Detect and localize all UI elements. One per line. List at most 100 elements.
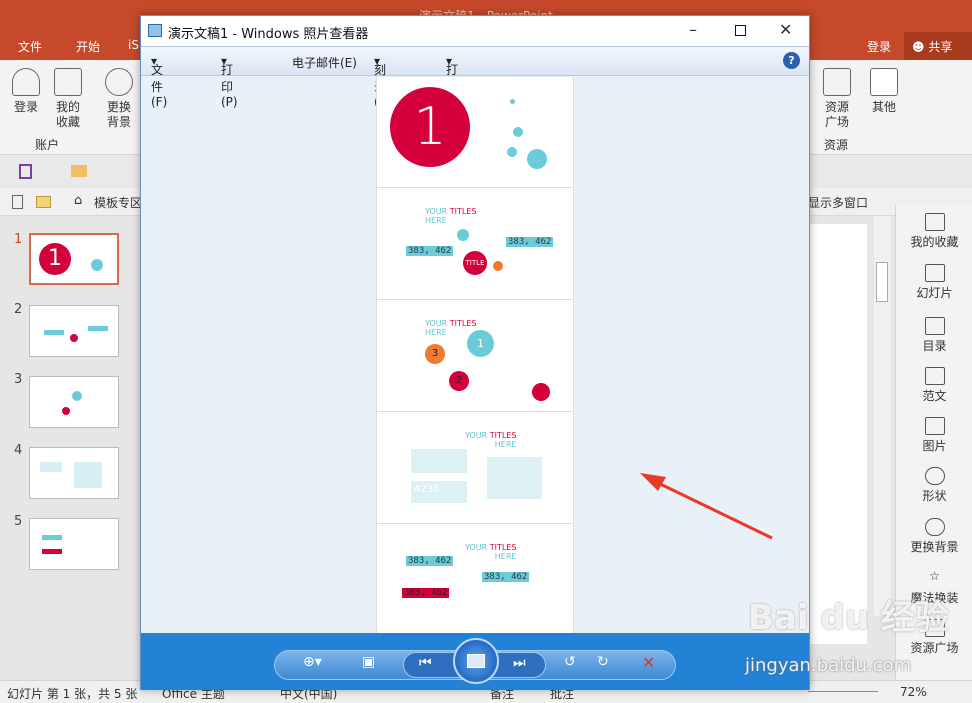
pane-item-favorites[interactable]: 我的收藏: [896, 213, 972, 250]
pane-item-slides[interactable]: 幻灯片: [896, 264, 972, 301]
user-icon: [12, 68, 40, 96]
resource-square-label: 资源 广场: [824, 100, 849, 129]
previous-button[interactable]: ⏮: [419, 655, 432, 671]
grid-icon: [823, 68, 851, 96]
pane-label: 幻灯片: [916, 286, 953, 300]
slide-image-2: YOUR TITLES HERE 383, 462 383, 462 TITLE: [377, 189, 573, 300]
value-label: 383, 462: [406, 246, 454, 256]
home-icon[interactable]: ⌂: [74, 193, 82, 208]
menu-email[interactable]: 电子邮件(E): [292, 54, 357, 71]
viewer-control-bar: ⊕▾ ▣ ⏮ ⏭ ↺ ↻ ✕: [141, 633, 809, 690]
resource-square-button[interactable]: 资源 广场: [819, 68, 855, 130]
image-icon: [924, 417, 945, 435]
scrollbar-thumb[interactable]: [876, 262, 888, 302]
login-button[interactable]: 登录: [8, 68, 44, 115]
save-icon[interactable]: [19, 164, 32, 179]
menu-label: 打印(P): [221, 63, 238, 109]
tab-file[interactable]: 文件: [18, 38, 42, 55]
pane-item-toc[interactable]: 目录: [896, 317, 972, 354]
rotate-right-icon[interactable]: ↻: [597, 654, 609, 670]
tab-home[interactable]: 开始: [76, 38, 100, 55]
title-circle: TITLE: [463, 251, 487, 275]
favorites-button[interactable]: 我的 收藏: [50, 68, 86, 130]
pane-label: 资源广场: [910, 641, 959, 655]
pane-label: 形状: [922, 489, 947, 503]
slide-image-3: YOUR TITLES HERE 1 3 2: [377, 301, 573, 412]
big-number: 1: [390, 87, 470, 167]
close-button[interactable]: ✕: [779, 20, 792, 39]
maximize-button[interactable]: [735, 25, 746, 36]
value-label: 383, 462: [402, 588, 450, 598]
value-label: 383, 462: [482, 572, 530, 582]
slide-thumbnail-1[interactable]: 1: [29, 233, 119, 285]
slideshow-icon: [467, 654, 485, 668]
pane-item-images[interactable]: 图片: [896, 417, 972, 454]
next-button[interactable]: ⏭: [513, 655, 526, 671]
zoom-slider[interactable]: [808, 691, 878, 692]
menu-print[interactable]: 打印(P) ▾: [221, 54, 238, 109]
rotate-left-icon[interactable]: ↺: [564, 654, 576, 670]
help-icon[interactable]: ?: [783, 52, 800, 69]
minimize-button[interactable]: –: [689, 20, 697, 39]
slide-image-5: YOUR TITLES HERE 383, 462 383, 462 383, 4…: [377, 525, 573, 633]
magic-wand-icon: ☆: [929, 569, 940, 583]
pane-item-change-bg[interactable]: 更换背景: [896, 518, 972, 555]
node-1: 1: [467, 330, 494, 357]
slide-thumbnail-2[interactable]: [29, 305, 119, 357]
menu-open[interactable]: 打开(O) ▾: [446, 54, 465, 109]
watermark-url: jingyan.baidu.com: [745, 655, 912, 676]
pane-label: 目录: [922, 339, 947, 353]
refresh-icon: [105, 68, 133, 96]
login-link[interactable]: 登录: [867, 38, 891, 55]
slide-image-1: 1: [377, 77, 573, 188]
folder-icon[interactable]: [71, 165, 87, 177]
template-zone-tab[interactable]: 模板专区: [94, 194, 142, 211]
slide-thumbnail-5[interactable]: [29, 518, 119, 570]
node-3: 3: [425, 344, 445, 364]
folder-icon[interactable]: [36, 196, 51, 208]
viewer-menu-bar: 文件(F) ▾ 打印(P) ▾ 电子邮件(E) 刻录(U) ▾ 打开(O) ▾ …: [141, 46, 809, 109]
other-button[interactable]: 其他: [866, 68, 902, 115]
value-label: 4235: [411, 481, 467, 503]
zoom-level[interactable]: 72%: [900, 685, 927, 699]
circle-icon: [870, 68, 898, 96]
multi-window-button[interactable]: 显示多窗口: [808, 194, 868, 211]
photo-viewer-window: 演示文稿1 - Windows 照片查看器 – ✕ 文件(F) ▾ 打印(P) …: [140, 15, 810, 690]
document-icon: [924, 367, 945, 385]
tab-is[interactable]: iS: [128, 38, 139, 52]
slide-number: 4: [14, 443, 23, 458]
vertical-scrollbar[interactable]: [874, 216, 891, 616]
slide-number: 3: [14, 372, 23, 387]
fit-window-icon[interactable]: ▣: [362, 654, 375, 670]
new-file-icon[interactable]: [12, 195, 23, 209]
slide-thumbnail-4[interactable]: [29, 447, 119, 499]
change-bg-label: 更换 背景: [106, 100, 131, 129]
slide-heading: YOUR TITLES HERE: [465, 431, 517, 449]
heart-folder-icon: [924, 213, 945, 231]
node-2: 2: [449, 371, 469, 391]
pane-label: 更换背景: [910, 540, 959, 554]
group-resource-label: 资源: [824, 138, 849, 152]
share-label: 共享: [928, 40, 953, 54]
zoom-icon[interactable]: ⊕▾: [303, 654, 322, 670]
other-label: 其他: [871, 100, 896, 114]
pane-item-shapes[interactable]: 形状: [896, 467, 972, 504]
viewer-title-bar: 演示文稿1 - Windows 照片查看器 – ✕: [141, 16, 809, 46]
pane-label: 图片: [922, 439, 947, 453]
slide-image-4: YOUR TITLES HERE 4235: [377, 413, 573, 524]
delete-icon[interactable]: ✕: [642, 653, 655, 672]
value-label: 383, 462: [406, 556, 454, 566]
slide-heading: YOUR TITLES HERE: [465, 543, 517, 561]
slide-thumbnail-3[interactable]: [29, 376, 119, 428]
change-bg-button[interactable]: 更换 背景: [101, 68, 137, 130]
image-display: 1 YOUR TITLES HERE 383, 462 383, 462 TITL…: [376, 77, 574, 633]
menu-file[interactable]: 文件(F) ▾: [151, 54, 167, 109]
photo-viewer-icon: [148, 24, 162, 37]
share-button[interactable]: ☻ 共享: [904, 32, 972, 60]
slide-number: 2: [14, 302, 23, 317]
slide-icon: [924, 264, 945, 282]
slideshow-button[interactable]: [453, 638, 499, 684]
slide-thumbnail-panel: 1 1 2 3 4 5: [0, 216, 140, 680]
pane-item-samples[interactable]: 范文: [896, 367, 972, 404]
menu-burn[interactable]: 刻录(U) ▾: [374, 54, 392, 109]
